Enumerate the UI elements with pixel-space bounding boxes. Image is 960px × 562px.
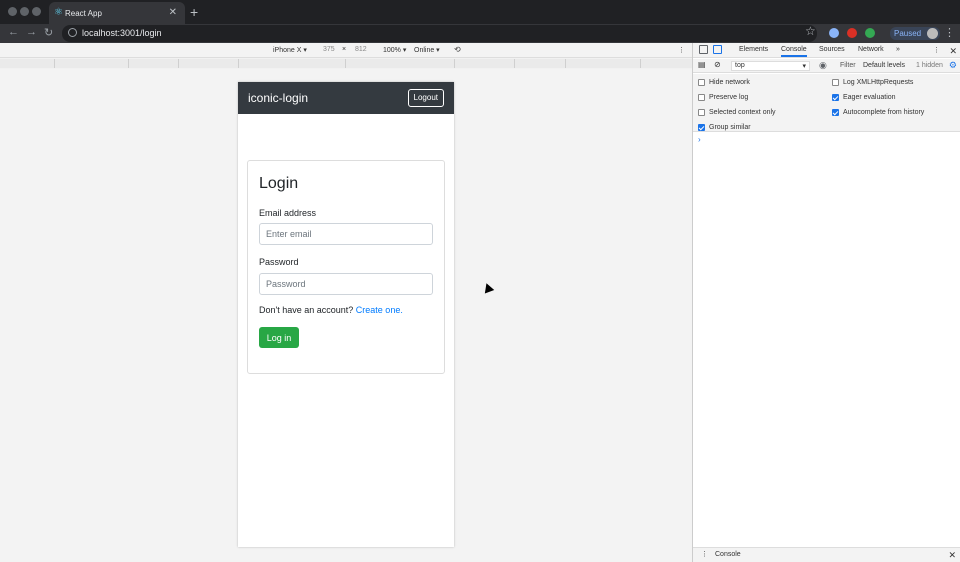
password-field[interactable] xyxy=(259,273,433,295)
close-window-icon[interactable] xyxy=(8,7,17,16)
device-width[interactable]: 375 xyxy=(323,46,335,53)
option-label: Selected context only xyxy=(709,109,776,116)
browser-tab[interactable]: ⚛ React App ✕ xyxy=(49,2,185,24)
device-viewport: iconic-login Logout Login Email address … xyxy=(0,69,692,562)
profile-button[interactable]: Paused xyxy=(890,27,940,40)
zoom-select[interactable]: 100% ▾ xyxy=(383,46,406,54)
context-select[interactable]: top ▾ xyxy=(731,61,810,71)
react-icon: ⚛ xyxy=(54,7,63,18)
checkbox-checked[interactable] xyxy=(832,109,839,116)
checkbox[interactable] xyxy=(832,79,839,86)
password-label: Password xyxy=(259,257,299,267)
drawer-menu-icon[interactable]: ⋮ xyxy=(701,550,708,558)
reload-icon[interactable]: ↻ xyxy=(44,26,53,39)
address-bar[interactable]: localhost:3001/login xyxy=(62,25,817,42)
dimension-separator: × xyxy=(342,46,347,53)
checkbox-checked[interactable] xyxy=(832,94,839,101)
sidebar-toggle-icon[interactable]: ▤ xyxy=(698,60,706,69)
extension-icon[interactable] xyxy=(847,28,857,38)
back-icon[interactable]: ← xyxy=(8,26,19,38)
browser-titlebar: ⚛ React App ✕ + xyxy=(0,0,960,24)
filter-input[interactable]: Filter xyxy=(840,62,856,69)
option-label: Autocomplete from history xyxy=(843,109,925,116)
checkbox[interactable] xyxy=(698,109,705,116)
option-label: Preserve log xyxy=(709,94,749,101)
drawer-tab-console[interactable]: Console xyxy=(715,551,741,558)
app-page: iconic-login Logout Login Email address … xyxy=(238,82,454,547)
tab-console[interactable]: Console xyxy=(781,46,807,57)
browser-menu-icon[interactable]: ⋮ xyxy=(944,26,955,39)
info-icon[interactable] xyxy=(68,28,77,37)
context-value: top xyxy=(735,62,745,69)
extension-icon[interactable] xyxy=(829,28,839,38)
bookmark-star-icon[interactable]: ☆ xyxy=(805,24,816,38)
logout-button[interactable]: Logout xyxy=(407,89,444,107)
console-settings-gear-icon[interactable]: ⚙ xyxy=(949,60,957,71)
console-toolbar: ▤ ⊘ top ▾ ◉ Filter Default levels 1 hidd… xyxy=(693,59,960,73)
device-height[interactable]: 812 xyxy=(355,46,367,53)
option-label: Hide network xyxy=(709,79,750,86)
clear-console-icon[interactable]: ⊘ xyxy=(714,60,721,69)
log-levels-select[interactable]: Default levels xyxy=(863,62,905,69)
console-settings: Hide network Preserve log Selected conte… xyxy=(693,74,960,132)
brand-link[interactable]: iconic-login xyxy=(248,91,308,105)
rotate-icon[interactable]: ⟲ xyxy=(454,45,461,54)
new-tab-button[interactable]: + xyxy=(190,4,198,20)
more-tabs-icon[interactable]: » xyxy=(896,46,900,53)
minimize-window-icon[interactable] xyxy=(20,7,29,16)
profile-status: Paused xyxy=(894,29,922,38)
checkbox[interactable] xyxy=(698,94,705,101)
tab-title: React App xyxy=(65,9,102,18)
checkbox[interactable] xyxy=(698,79,705,86)
console-drawer-bar: ⋮ Console ✕ xyxy=(693,547,960,562)
login-card: Login Email address Password Don't have … xyxy=(247,160,445,374)
maximize-window-icon[interactable] xyxy=(32,7,41,16)
option-label: Eager evaluation xyxy=(843,94,896,101)
login-button[interactable]: Log in xyxy=(259,327,299,348)
signup-prompt: Don't have an account? Create one. xyxy=(259,305,403,315)
media-query-ruler[interactable] xyxy=(0,59,692,68)
live-expression-eye-icon[interactable]: ◉ xyxy=(819,60,827,71)
tab-network[interactable]: Network xyxy=(858,46,884,53)
url-text[interactable]: localhost:3001/login xyxy=(82,28,162,38)
network-select[interactable]: Online ▾ xyxy=(414,46,440,54)
hidden-count: 1 hidden xyxy=(916,62,943,69)
device-toolbar: iPhone X ▾ 375 × 812 100% ▾ Online ▾ ⟲ ⋮ xyxy=(0,43,692,58)
option-label: Group similar xyxy=(709,124,751,131)
create-account-link[interactable]: Create one. xyxy=(356,305,403,315)
devtools-close-icon[interactable]: ✕ xyxy=(949,46,957,57)
devtools-panel: Elements Console Sources Network » ⋮ ✕ ▤… xyxy=(692,43,960,562)
forward-icon[interactable]: → xyxy=(26,26,37,38)
drawer-close-icon[interactable]: ✕ xyxy=(948,550,956,561)
extension-icon[interactable] xyxy=(865,28,875,38)
login-title: Login xyxy=(259,175,299,192)
inspect-element-icon[interactable] xyxy=(699,45,708,54)
device-toggle-icon[interactable] xyxy=(713,45,722,54)
device-select[interactable]: iPhone X ▾ xyxy=(273,46,307,54)
browser-toolbar: ← → ↻ localhost:3001/login ☆ Paused ⋮ xyxy=(0,24,960,43)
devtools-tabbar: Elements Console Sources Network » ⋮ ✕ xyxy=(693,43,960,58)
option-label: Log XMLHttpRequests xyxy=(843,79,914,86)
tab-close-icon[interactable]: ✕ xyxy=(169,7,177,18)
signup-text: Don't have an account? xyxy=(259,305,356,315)
chevron-down-icon: ▾ xyxy=(802,63,806,70)
app-navbar: iconic-login Logout xyxy=(238,82,454,114)
email-label: Email address xyxy=(259,208,317,218)
tab-sources[interactable]: Sources xyxy=(819,46,845,53)
tab-elements[interactable]: Elements xyxy=(739,46,768,53)
checkbox-checked[interactable] xyxy=(698,124,705,131)
email-field[interactable] xyxy=(259,223,433,245)
console-prompt-icon[interactable]: › xyxy=(698,135,701,144)
devtools-menu-icon[interactable]: ⋮ xyxy=(933,46,940,54)
avatar xyxy=(927,28,938,39)
device-toolbar-menu-icon[interactable]: ⋮ xyxy=(678,46,685,54)
